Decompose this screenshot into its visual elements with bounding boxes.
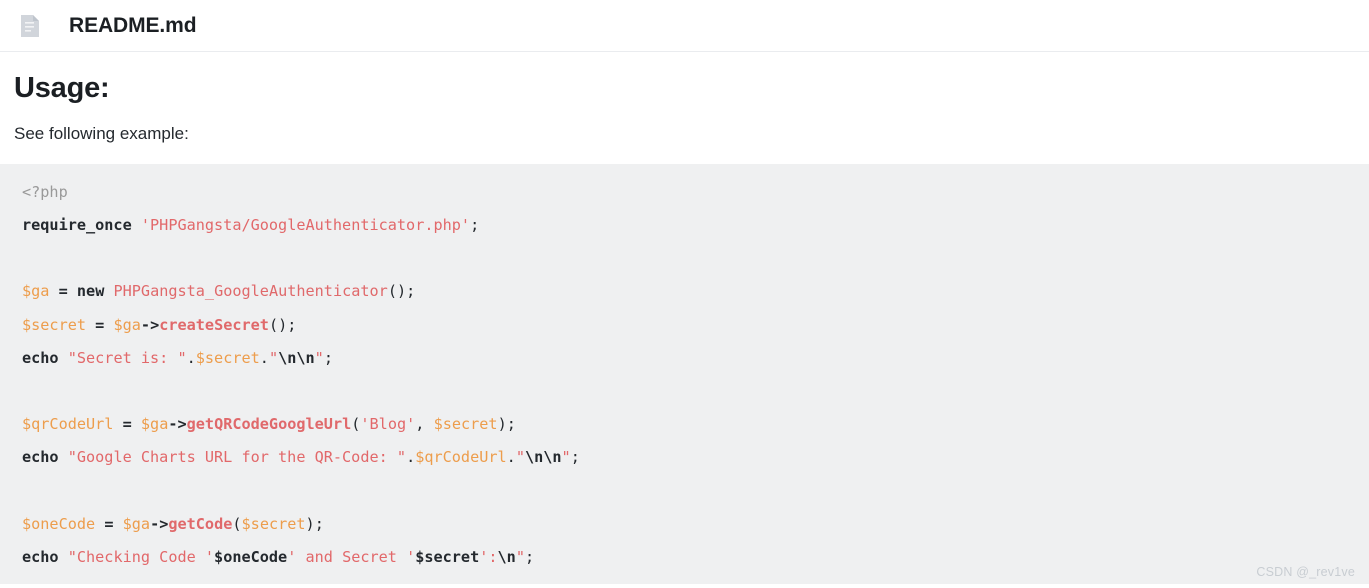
code-token-esc: \n bbox=[497, 547, 516, 566]
code-token-str: " bbox=[515, 547, 525, 566]
code-token-punct: ; bbox=[524, 547, 535, 566]
code-line: $ga = new PHPGangsta_GoogleAuthenticator… bbox=[22, 275, 1369, 308]
code-token-punct: ( bbox=[232, 514, 242, 533]
code-token-op: = bbox=[95, 315, 105, 334]
code-token-var: $qrCodeUrl bbox=[22, 415, 114, 434]
code-token-op: -> bbox=[168, 415, 187, 434]
code-token-punct: ; bbox=[570, 448, 580, 467]
file-name-title: README.md bbox=[69, 13, 197, 37]
code-token-esc: \n\n bbox=[524, 448, 562, 467]
code-token-esc: \n\n bbox=[278, 348, 315, 367]
code-token-punct: . bbox=[186, 348, 196, 367]
code-token-str: "Checking Code ' bbox=[67, 547, 215, 566]
code-line: $secret = $ga->createSecret(); bbox=[22, 309, 1369, 342]
code-line: $qrCodeUrl = $ga->getQRCodeGoogleUrl('Bl… bbox=[22, 408, 1369, 441]
code-token-fn: getCode bbox=[168, 514, 233, 533]
watermark-label: CSDN @_rev1ve bbox=[1256, 565, 1355, 579]
code-line: $oneCode = $ga->getCode($secret); bbox=[22, 508, 1369, 541]
code-token-str: " bbox=[515, 448, 525, 467]
code-token-var: $secret bbox=[241, 514, 306, 533]
code-token-str: 'PHPGangsta/GoogleAuthenticator.php' bbox=[140, 216, 471, 235]
code-token-str: " bbox=[268, 348, 279, 367]
code-token-str: "Secret is: " bbox=[67, 348, 187, 367]
code-token-var: $ga bbox=[122, 514, 151, 533]
code-token-str: " bbox=[561, 448, 571, 467]
code-token-kw: require_once bbox=[22, 216, 132, 235]
file-header: README.md bbox=[0, 0, 1369, 52]
intro-paragraph: See following example: bbox=[14, 123, 189, 143]
php-code-block[interactable]: <?php require_once 'PHPGangsta/GoogleAuth… bbox=[0, 163, 1369, 585]
code-token-str: 'Blog' bbox=[360, 415, 416, 434]
code-token-var: $secret bbox=[195, 348, 260, 367]
code-line: echo "Secret is: ".$secret."\n\n"; bbox=[22, 342, 1369, 375]
code-token-var: $ga bbox=[113, 315, 141, 334]
code-token-str: ' and Secret ' bbox=[287, 547, 416, 566]
code-token-var: $qrCodeUrl bbox=[415, 448, 507, 467]
code-token-punct: ; bbox=[323, 348, 333, 367]
code-line: require_once 'PHPGangsta/GoogleAuthentic… bbox=[22, 209, 1369, 242]
code-token-punct: ); bbox=[305, 514, 324, 533]
code-token-str: "Google Charts URL for the QR-Code: " bbox=[67, 448, 407, 467]
code-token-punct: , bbox=[415, 415, 434, 434]
code-token-class: PHPGangsta_GoogleAuthenticator bbox=[113, 282, 388, 301]
code-token-fn: getQRCodeGoogleUrl bbox=[186, 415, 352, 434]
code-token-kw: echo bbox=[22, 547, 59, 566]
code-token-op: = bbox=[58, 282, 68, 301]
code-token-kw: new bbox=[76, 282, 105, 301]
code-token-interp: $secret bbox=[415, 547, 480, 566]
code-line: <?php bbox=[22, 176, 1369, 209]
code-token-punct: (); bbox=[268, 315, 297, 334]
code-token-interp: $oneCode bbox=[214, 547, 288, 566]
code-token-punct: ; bbox=[470, 216, 480, 235]
code-token-op: = bbox=[122, 415, 132, 434]
code-content: <?php require_once 'PHPGangsta/GoogleAuth… bbox=[22, 176, 1369, 574]
code-token-str: " bbox=[314, 348, 324, 367]
code-token-punct: . bbox=[506, 448, 516, 467]
code-token-var: $ga bbox=[22, 282, 50, 301]
code-token-tag: <?php bbox=[22, 182, 68, 201]
code-token-var: $ga bbox=[140, 415, 169, 434]
code-line: echo "Checking Code '$oneCode' and Secre… bbox=[22, 541, 1369, 574]
document-body: Usage: See following example: <?php requi… bbox=[0, 52, 1369, 585]
code-token-kw: echo bbox=[22, 348, 59, 367]
code-token-punct: . bbox=[259, 348, 269, 367]
code-token-punct: ); bbox=[497, 415, 516, 434]
code-token-str: ': bbox=[479, 547, 498, 566]
code-token-punct: (); bbox=[387, 282, 416, 301]
code-token-fn: createSecret bbox=[159, 315, 269, 334]
code-token-var: $oneCode bbox=[22, 514, 96, 533]
file-document-icon bbox=[20, 14, 40, 38]
code-token-op: -> bbox=[150, 514, 169, 533]
section-heading-usage: Usage: bbox=[14, 72, 110, 104]
code-token-var: $secret bbox=[22, 315, 87, 334]
code-line: echo "Google Charts URL for the QR-Code:… bbox=[22, 441, 1369, 474]
code-token-punct: . bbox=[406, 448, 416, 467]
code-token-var: $secret bbox=[433, 415, 498, 434]
code-token-kw: echo bbox=[22, 448, 59, 467]
code-token-op: -> bbox=[140, 315, 160, 334]
